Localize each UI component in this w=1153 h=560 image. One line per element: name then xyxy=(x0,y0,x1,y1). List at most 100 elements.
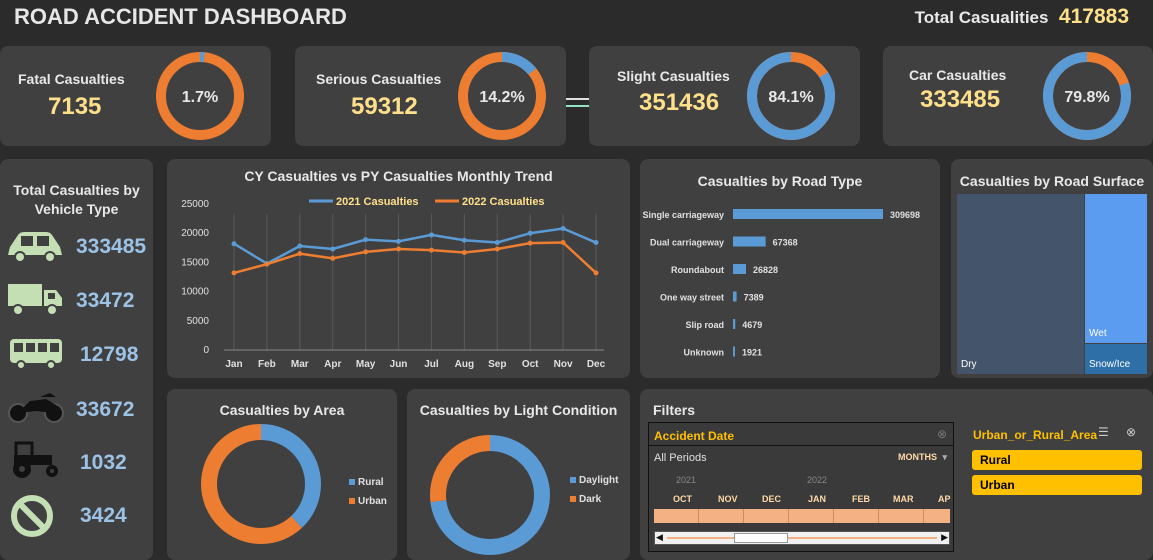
clear-filter-icon[interactable]: ⊗ xyxy=(937,427,947,441)
vehicle-value: 12798 xyxy=(80,343,139,366)
data-point xyxy=(264,261,270,267)
month-label[interactable]: OCT xyxy=(673,494,692,504)
month-label[interactable]: FEB xyxy=(852,494,870,504)
x-tick-label: Jul xyxy=(424,359,439,370)
treemap-dry: Dry xyxy=(957,194,1084,374)
kpi-pct: 79.8% xyxy=(1064,89,1109,106)
bar-category-label: Single carriageway xyxy=(642,210,724,220)
trend-chart: 2021 Casualties 2022 Casualties 0 5000 100… xyxy=(181,196,605,370)
scroll-track-line xyxy=(667,537,937,539)
kpi-value: 333485 xyxy=(920,86,1001,113)
data-point xyxy=(297,243,303,249)
data-point xyxy=(428,232,434,238)
data-point xyxy=(494,246,500,252)
y-tick-label: 10000 xyxy=(181,287,209,298)
kpi-donut: 14.2% xyxy=(458,52,546,140)
x-tick-label: Jun xyxy=(390,359,408,370)
road-type-chart: Single carriageway 309698 Dual carriageway… xyxy=(642,209,920,358)
data-point xyxy=(297,251,303,257)
x-tick-label: Aug xyxy=(455,359,474,370)
month-label[interactable]: DEC xyxy=(762,494,781,504)
total-casualties-value: 417883 xyxy=(1058,5,1129,28)
kpi-label: Fatal Casualties xyxy=(18,71,125,87)
kpi-pct: 14.2% xyxy=(479,89,524,106)
bar-category-label: Dual carriageway xyxy=(650,238,724,248)
bar-value-label: 7389 xyxy=(744,293,764,303)
treemap-snow-ice: Snow/Ice xyxy=(1085,344,1147,374)
series-line xyxy=(233,241,597,275)
kpi-donut: 79.8% xyxy=(1043,52,1131,140)
bar-value-label: 309698 xyxy=(890,210,920,220)
truck-icon xyxy=(8,284,62,316)
data-point xyxy=(461,237,467,243)
y-tick-label: 15000 xyxy=(181,257,209,268)
motorcycle-icon xyxy=(8,393,64,423)
month-label[interactable]: MAR xyxy=(893,494,914,504)
kpi-donut: 1.7% xyxy=(156,52,244,140)
kpi-label: Slight Casualties xyxy=(617,68,730,84)
kpi-card-car: Car Casualties 333485 79.8% xyxy=(883,46,1153,146)
bar-category-label: Slip road xyxy=(685,320,724,330)
road-surface-panel: Casualties by Road Surface Dry Wet Snow/… xyxy=(951,159,1153,378)
kpi-value: 351436 xyxy=(639,89,720,116)
treemap-label-wet: Wet xyxy=(1089,328,1107,339)
x-tick-label: Apr xyxy=(324,359,341,370)
y-tick-label: 5000 xyxy=(187,316,210,327)
x-tick-label: Jan xyxy=(225,359,242,370)
dashboard-title: ROAD ACCIDENT DASHBOARD xyxy=(14,4,347,29)
treemap-label-dry: Dry xyxy=(961,359,977,370)
scroll-left-icon[interactable]: ◀ xyxy=(656,532,663,543)
area-slicer-label: Urban_or_Rural_Area xyxy=(973,428,1098,442)
scroll-right-icon[interactable]: ▶ xyxy=(941,532,948,543)
bus-icon xyxy=(10,339,62,370)
data-point xyxy=(330,246,336,252)
road-type-panel: Casualties by Road Type Single carriagew… xyxy=(640,159,940,378)
bar xyxy=(733,319,736,329)
vehicle-value: 33472 xyxy=(76,289,135,312)
bar-category-label: Roundabout xyxy=(671,265,724,275)
filters-title: Filters xyxy=(653,402,696,418)
slicer-item-urban[interactable]: Urban xyxy=(972,475,1142,495)
legend-swatch xyxy=(570,496,576,502)
month-label[interactable]: NOV xyxy=(718,494,738,504)
kpi-label: Serious Casualties xyxy=(316,71,442,87)
timeline-bar[interactable] xyxy=(654,509,950,523)
x-tick-label: Mar xyxy=(291,359,309,370)
trend-legend: 2021 Casualties 2022 Casualties xyxy=(309,196,545,208)
month-label[interactable]: AP xyxy=(938,494,951,504)
bar xyxy=(733,236,766,247)
connector-line xyxy=(566,98,590,100)
vehicle-panel-title-line: Vehicle Type xyxy=(34,201,119,217)
kpi-donut: 84.1% xyxy=(747,52,835,140)
connector-line xyxy=(566,105,590,107)
bar-value-label: 26828 xyxy=(753,265,778,275)
x-tick-label: Nov xyxy=(554,359,573,370)
data-point xyxy=(560,226,566,232)
filters-panel: Filters Accident Date ⊗ All Periods MONT… xyxy=(640,389,1153,560)
time-level-label: MONTHS xyxy=(897,452,937,462)
vehicle-value: 1032 xyxy=(80,451,127,474)
month-label[interactable]: JAN xyxy=(808,494,826,504)
kpi-value: 59312 xyxy=(351,93,418,120)
data-point xyxy=(527,240,533,246)
slicer-item-rural[interactable]: Rural xyxy=(972,450,1142,470)
slicer-divider xyxy=(649,445,953,446)
data-point xyxy=(363,237,369,243)
data-point xyxy=(593,270,599,276)
legend-label: Daylight xyxy=(579,475,619,486)
kpi-card-fatal: Fatal Casualties 7135 1.7% xyxy=(0,46,271,146)
data-point xyxy=(461,249,467,255)
data-point xyxy=(330,255,336,261)
date-period: All Periods xyxy=(654,452,707,464)
total-casualties-label: Total Casualities xyxy=(914,8,1049,27)
kpi-pct: 84.1% xyxy=(768,89,813,106)
scroll-thumb[interactable] xyxy=(734,533,788,543)
time-level-dropdown[interactable]: MONTHS ▾ xyxy=(898,452,947,463)
timeline-scrollbar[interactable]: ◀ ▶ xyxy=(654,531,950,545)
x-tick-label: Feb xyxy=(258,359,276,370)
treemap-label-snow-ice: Snow/Ice xyxy=(1089,359,1131,370)
multi-select-icon[interactable]: ☰ xyxy=(1098,425,1109,439)
clear-filter-icon[interactable]: ⊗ xyxy=(1126,425,1136,439)
legend-label: Urban xyxy=(358,496,387,507)
legend-swatch xyxy=(349,498,355,504)
